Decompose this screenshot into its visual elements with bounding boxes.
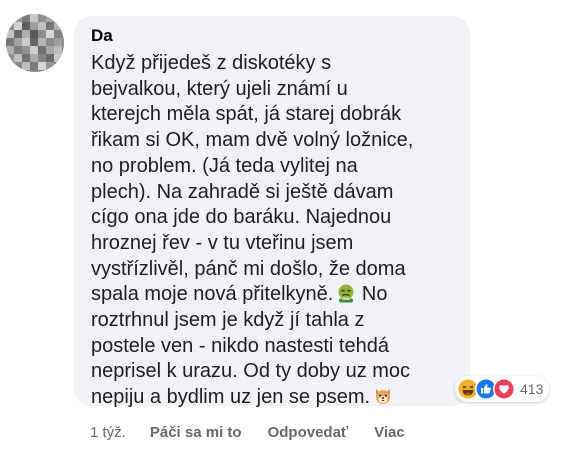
nauseated-face-icon bbox=[336, 283, 356, 303]
comment-line: neprisel k urazu. Od ty doby uz moc bbox=[91, 360, 411, 383]
comment-line: roztrhnul jsem je když jí tahla z bbox=[91, 309, 365, 332]
comment-line-with-emoji: nepiju a bydlim uz jen se psem. bbox=[91, 385, 463, 411]
comment-line-with-emoji: spala moje nová přitelkyně. No bbox=[91, 282, 463, 308]
reactions-summary[interactable]: 413 bbox=[455, 376, 550, 402]
comment-line: cígo ona jde do baráku. Najednou bbox=[91, 206, 392, 229]
comment-line: bejvalkou, který ujeli známí u bbox=[91, 77, 348, 100]
reply-button[interactable]: Odpovedať bbox=[268, 424, 349, 441]
reaction-count: 413 bbox=[520, 381, 544, 397]
comment-line: plech). Na zahradě si ještě dávam bbox=[91, 180, 394, 203]
timestamp-link[interactable]: 1 týž. bbox=[90, 424, 126, 441]
comment-line: vystřízlivěl, pánč mi došlo, že doma bbox=[91, 257, 406, 280]
comment-line: řikam si OK, mam dvě volný ložnice, bbox=[91, 129, 414, 152]
comment-line-text: spala moje nová přitelkyně. bbox=[91, 283, 334, 306]
comment-line-text: nepiju a bydlim uz jen se psem. bbox=[91, 386, 371, 409]
comment-author[interactable]: Da bbox=[91, 26, 113, 46]
comment-line: Když přijedeš z diskotéky s bbox=[91, 52, 332, 74]
comment-line: hroznej řev - v tu vteřinu jsem bbox=[91, 231, 354, 254]
like-button[interactable]: Páči sa mi to bbox=[150, 424, 242, 441]
comment-text: Když přijedeš z diskotéky s bejvalkou, k… bbox=[91, 51, 463, 411]
avatar[interactable] bbox=[6, 14, 64, 72]
more-button[interactable]: Viac bbox=[374, 424, 405, 441]
comment-line-text: No bbox=[361, 283, 388, 306]
comment-bubble: Da Když přijedeš z diskotéky s bejvalkou… bbox=[74, 16, 470, 408]
comment-line: postele ven - nikdo nastesti tehdá bbox=[91, 334, 389, 357]
comment-actions: 1 týž. Páči sa mi to Odpovedať Viac bbox=[90, 424, 431, 441]
comment-line: no problem. (Já teda vylitej na bbox=[91, 154, 358, 177]
love-icon bbox=[493, 378, 515, 400]
comment-line: kterejch měla spát, já starej dobrák bbox=[91, 103, 402, 126]
dog-face-icon bbox=[373, 386, 393, 406]
